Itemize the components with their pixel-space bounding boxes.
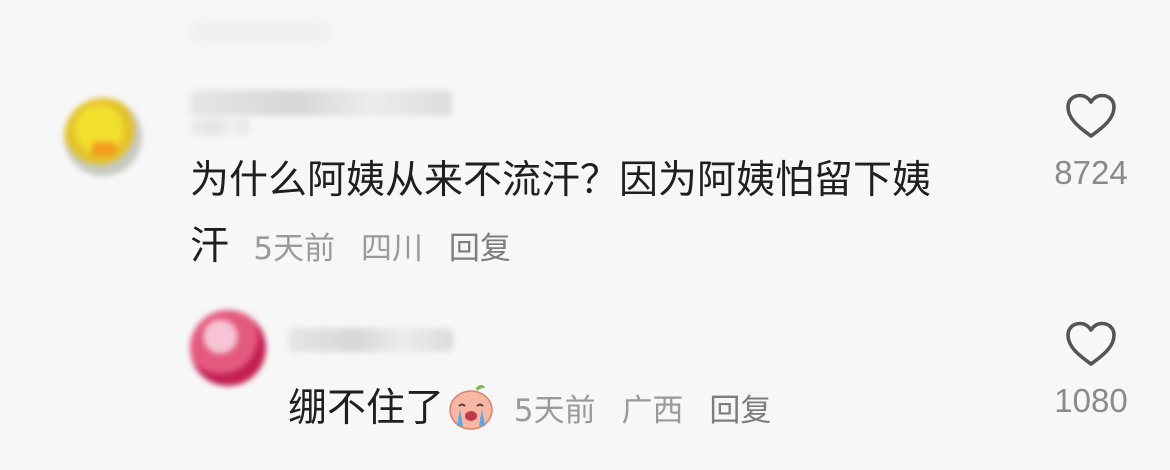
comment-text-line-2: 汗 5天前 四川 回复	[190, 214, 1050, 282]
reply-meta: 5天前 广西 回复	[504, 393, 787, 429]
reply-button[interactable]: 回复	[449, 231, 511, 267]
heart-outline-icon	[1066, 321, 1116, 366]
crying-face-emoji	[449, 384, 493, 430]
avatar[interactable]	[64, 98, 142, 176]
reply-text-content: 绷不住了	[288, 386, 445, 431]
like-button[interactable]: 1080	[1036, 320, 1146, 420]
username-blurred-extra	[190, 118, 250, 136]
username-blurred[interactable]	[288, 328, 453, 352]
avatar[interactable]	[190, 310, 266, 386]
reply-time: 5天前	[513, 393, 596, 429]
comment-time: 5天前	[253, 231, 336, 267]
like-count: 8724	[1054, 154, 1128, 191]
like-button[interactable]: 8724	[1036, 92, 1146, 192]
comment-text: 为什么阿姨从来不流汗？因为阿姨怕留下姨 汗 5天前 四川 回复	[190, 148, 1050, 282]
reply-location: 广西	[621, 393, 684, 429]
comment-text-line-1: 为什么阿姨从来不流汗？因为阿姨怕留下姨	[190, 158, 932, 203]
reply-button[interactable]: 回复	[709, 393, 771, 429]
comment-meta: 5天前 四川 回复	[253, 231, 526, 267]
heart-outline-icon	[1066, 93, 1116, 138]
reply-text: 绷不住了 5天前 广西 回复	[288, 376, 1008, 444]
blurred-previous-content	[190, 20, 330, 44]
comment-text-line-2-text: 汗	[190, 224, 230, 269]
like-count: 1080	[1054, 382, 1128, 419]
comment-location: 四川	[361, 231, 424, 267]
username-blurred[interactable]	[190, 90, 452, 116]
